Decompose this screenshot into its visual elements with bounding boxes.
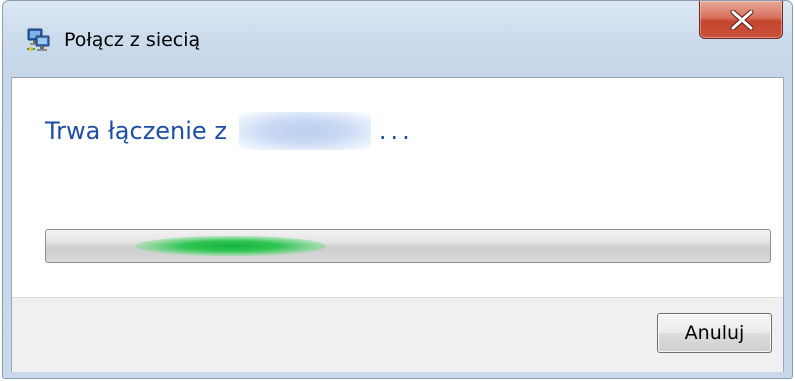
title-bar[interactable]: Połącz z siecią xyxy=(3,1,792,77)
heading-prefix: Trwa łączenie z xyxy=(45,117,227,145)
network-connect-icon xyxy=(25,27,51,53)
heading-ellipsis: ... xyxy=(378,117,414,145)
dialog-window: Połącz z siecią Trwa łączenie z ... Anul… xyxy=(2,0,793,379)
redacted-network-name xyxy=(238,112,371,150)
dialog-content: Trwa łączenie z ... Anuluj xyxy=(11,77,784,372)
dialog-footer: Anuluj xyxy=(12,297,783,372)
connecting-heading: Trwa łączenie z ... xyxy=(45,112,414,150)
window-title: Połącz z siecią xyxy=(64,29,201,51)
progress-indicator xyxy=(136,236,326,256)
cancel-button[interactable]: Anuluj xyxy=(657,313,772,353)
close-button[interactable] xyxy=(699,1,783,39)
progress-bar xyxy=(45,229,771,263)
